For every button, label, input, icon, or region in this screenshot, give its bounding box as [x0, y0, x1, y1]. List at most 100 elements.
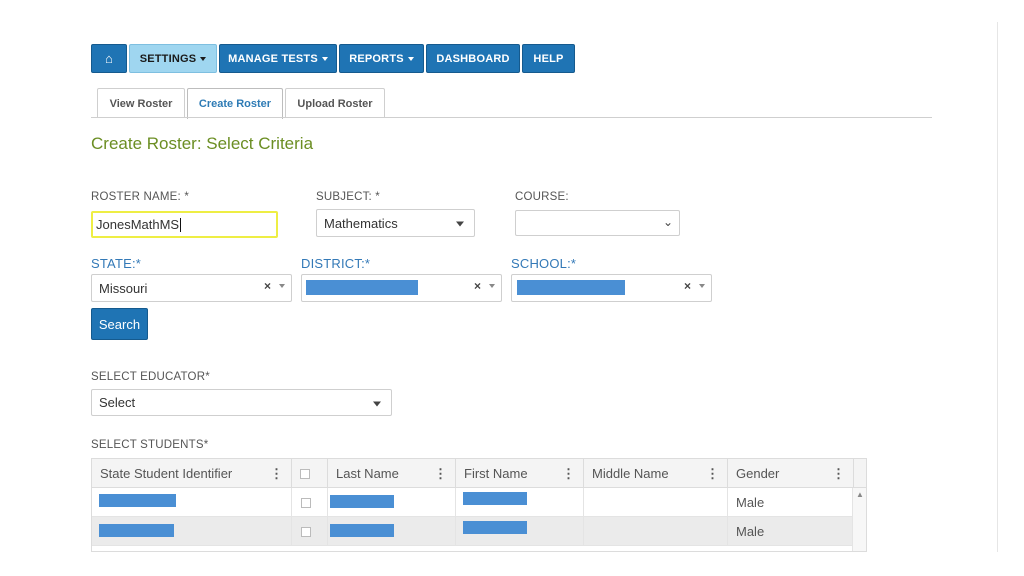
column-menu-icon[interactable]: ⋮: [434, 466, 447, 482]
school-label: SCHOOL:*: [511, 256, 577, 271]
tab-create-roster[interactable]: Create Roster: [187, 88, 283, 119]
state-value: Missouri: [99, 280, 148, 296]
subject-value: Mathematics: [324, 215, 398, 231]
column-header-middle-name[interactable]: Middle Name ⋮: [584, 459, 728, 488]
table-row[interactable]: Male: [92, 488, 854, 517]
chevron-down-icon: ⌄: [662, 215, 673, 229]
district-label: DISTRICT:*: [301, 256, 371, 271]
page-title: Create Roster: Select Criteria: [91, 134, 314, 153]
educator-select[interactable]: Select: [91, 389, 392, 416]
tab-upload-roster[interactable]: Upload Roster: [285, 88, 385, 118]
tab-view-roster[interactable]: View Roster: [97, 88, 185, 118]
students-grid: State Student Identifier ⋮ Last Name ⋮ F…: [91, 458, 867, 552]
nav-dashboard-label: DASHBOARD: [436, 52, 510, 65]
nav-help-label: HELP: [533, 52, 564, 65]
caret-down-icon: [407, 56, 414, 61]
tab-upload-roster-label: Upload Roster: [297, 97, 373, 110]
school-select[interactable]: ×: [511, 274, 712, 302]
column-header-label: Middle Name: [592, 466, 669, 481]
table-row[interactable]: Male: [92, 517, 854, 546]
subject-select[interactable]: Mathematics: [316, 209, 475, 237]
column-menu-icon[interactable]: ⋮: [562, 466, 575, 482]
nav-manage-tests-label: MANAGE TESTS: [228, 52, 318, 65]
redacted-school-value: [517, 280, 625, 295]
select-educator-label: SELECT EDUCATOR*: [91, 371, 210, 383]
cell-select: [292, 488, 328, 517]
cell-middle-name: [584, 488, 728, 517]
cell-first-name: [456, 517, 584, 546]
roster-name-input[interactable]: JonesMathMS: [91, 211, 278, 238]
row-checkbox[interactable]: [301, 526, 311, 537]
cell-state-student-identifier: [92, 517, 292, 546]
redacted-last-name: [330, 524, 394, 537]
row-checkbox[interactable]: [301, 497, 311, 508]
grid-scrollbar[interactable]: ▲: [852, 488, 866, 551]
select-students-label: SELECT STUDENTS*: [91, 439, 209, 451]
column-header-first-name[interactable]: First Name ⋮: [456, 459, 584, 488]
state-select[interactable]: Missouri ×: [91, 274, 292, 302]
gender-value: Male: [736, 524, 765, 539]
cell-select: [292, 517, 328, 546]
nav-settings-label: SETTINGS: [139, 52, 197, 65]
clear-icon[interactable]: ×: [684, 279, 691, 293]
caret-down-icon: [489, 284, 495, 288]
redacted-identifier: [99, 494, 176, 507]
nav-reports-label: REPORTS: [349, 52, 404, 65]
scroll-up-icon[interactable]: ▲: [856, 490, 864, 499]
gender-value: Male: [736, 495, 765, 510]
redacted-first-name: [463, 521, 527, 534]
column-header-label: State Student Identifier: [100, 466, 233, 481]
roster-name-label: ROSTER NAME: *: [91, 191, 190, 203]
roster-tabs: View Roster Create Roster Upload Roster: [97, 88, 385, 119]
redacted-last-name: [330, 495, 394, 508]
caret-down-icon: [279, 284, 285, 288]
column-menu-icon[interactable]: ⋮: [706, 466, 719, 482]
cell-last-name: [328, 517, 456, 546]
redacted-first-name: [463, 492, 527, 505]
district-select[interactable]: ×: [301, 274, 502, 302]
redacted-district-value: [306, 280, 418, 295]
column-menu-icon[interactable]: ⋮: [270, 466, 283, 482]
column-header-state-student-identifier[interactable]: State Student Identifier ⋮: [92, 459, 292, 488]
clear-icon[interactable]: ×: [264, 279, 271, 293]
cell-last-name: [328, 488, 456, 517]
page-right-rule: [997, 22, 998, 552]
tab-view-roster-label: View Roster: [109, 97, 173, 110]
column-header-label: First Name: [464, 466, 528, 481]
top-nav: ⌂ SETTINGS MANAGE TESTS REPORTS DASHBOAR…: [91, 44, 575, 73]
state-label: STATE:*: [91, 256, 142, 271]
nav-settings[interactable]: SETTINGS: [129, 44, 217, 73]
cell-middle-name: [584, 517, 728, 546]
course-label: COURSE:: [515, 191, 569, 203]
caret-down-icon: [200, 56, 207, 61]
cell-gender: Male: [728, 517, 854, 546]
column-menu-icon[interactable]: ⋮: [832, 466, 845, 482]
home-icon: ⌂: [104, 51, 114, 66]
nav-manage-tests[interactable]: MANAGE TESTS: [219, 44, 337, 73]
tabs-divider: [91, 117, 932, 118]
caret-down-icon: [321, 56, 328, 61]
grid-header: State Student Identifier ⋮ Last Name ⋮ F…: [92, 459, 866, 488]
home-button[interactable]: ⌂: [91, 44, 127, 73]
roster-name-value: JonesMathMS: [96, 217, 180, 232]
tab-create-roster-label: Create Roster: [198, 98, 272, 110]
caret-down-icon: [456, 221, 464, 227]
subject-label: SUBJECT: *: [316, 191, 380, 203]
nav-dashboard[interactable]: DASHBOARD: [426, 44, 520, 73]
clear-icon[interactable]: ×: [474, 279, 481, 293]
column-header-gender[interactable]: Gender ⋮: [728, 459, 854, 488]
column-header-select[interactable]: [292, 459, 328, 488]
educator-value: Select: [99, 395, 136, 410]
search-button[interactable]: Search: [91, 308, 148, 340]
caret-down-icon: [373, 401, 381, 406]
cell-state-student-identifier: [92, 488, 292, 517]
column-header-last-name[interactable]: Last Name ⋮: [328, 459, 456, 488]
cell-first-name: [456, 488, 584, 517]
column-header-label: Gender: [736, 466, 780, 481]
select-all-checkbox[interactable]: [300, 468, 310, 479]
caret-down-icon: [699, 284, 705, 288]
column-header-label: Last Name: [336, 466, 399, 481]
course-select[interactable]: ⌄: [515, 210, 680, 236]
nav-reports[interactable]: REPORTS: [339, 44, 424, 73]
nav-help[interactable]: HELP: [522, 44, 575, 73]
